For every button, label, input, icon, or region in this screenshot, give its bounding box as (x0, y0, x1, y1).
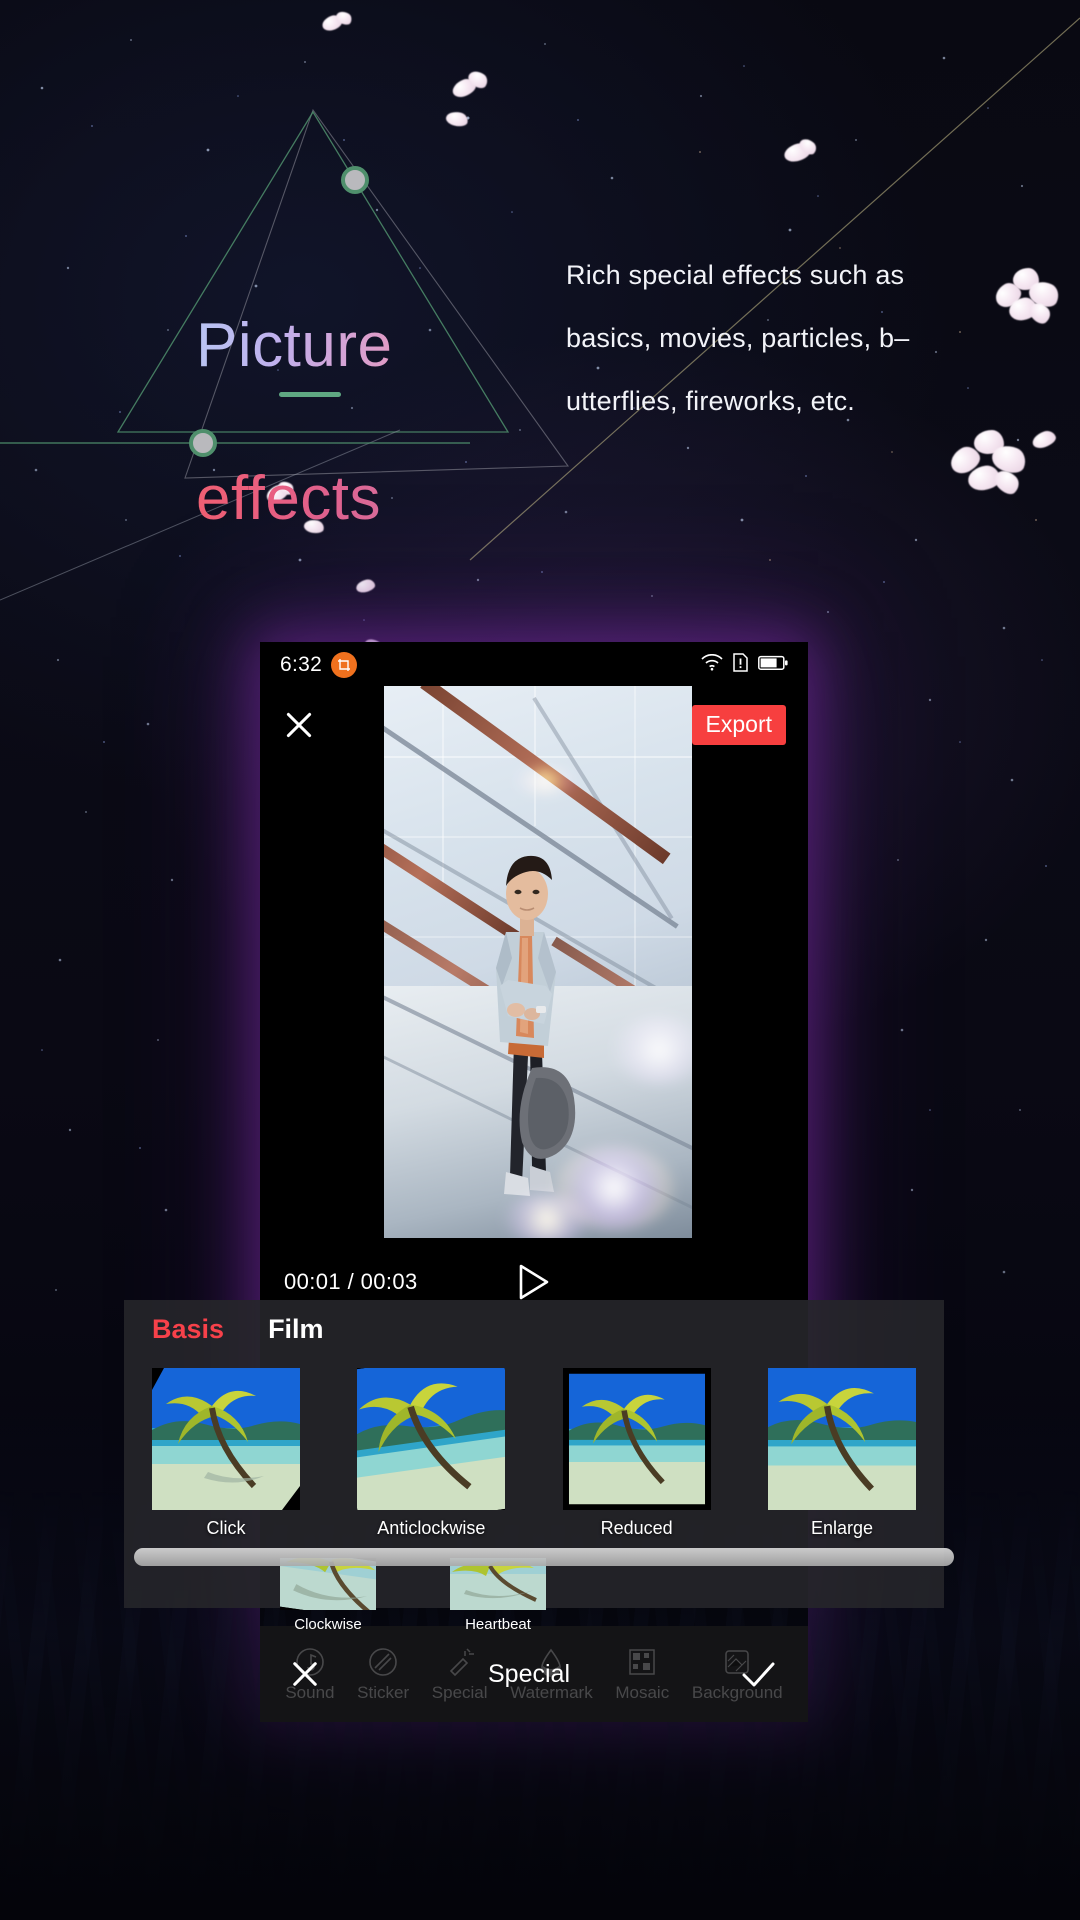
tab-film[interactable]: Film (268, 1314, 324, 1345)
petal-cluster-a (449, 67, 496, 110)
effect-thumbnail (562, 1368, 711, 1510)
effects-tabs: Basis Film (152, 1314, 324, 1345)
effect-item-clockwise[interactable]: Clockwise (280, 1558, 376, 1633)
page-title: Picture effects (196, 232, 392, 612)
effects-secondary-row: Clockwise Heartbeat (280, 1558, 546, 1633)
effect-item-reduced[interactable]: Reduced (557, 1368, 717, 1539)
panel-scrollbar[interactable] (134, 1548, 954, 1566)
status-bar: 6:32 (260, 642, 808, 688)
close-icon[interactable] (282, 708, 316, 742)
page-root: Picture effects Rich special effects suc… (0, 0, 1080, 1920)
tab-basis[interactable]: Basis (152, 1314, 224, 1345)
check-icon[interactable] (738, 1654, 778, 1694)
status-time: 6:32 (280, 653, 323, 676)
effect-label: Click (206, 1518, 246, 1538)
petal-cluster-top-left (320, 8, 362, 46)
page-title-line1: Picture (196, 308, 392, 384)
petal-cluster-d (1030, 428, 1062, 458)
effect-label: Reduced (600, 1518, 673, 1538)
effect-item-enlarge[interactable]: Enlarge (762, 1368, 922, 1539)
toolbar-action-overlay: Special (260, 1626, 808, 1722)
editor-top-bar: Export (260, 694, 808, 756)
wifi-icon (701, 653, 723, 676)
effects-grid: Click Anticlockwise Reduced Enlarge (146, 1368, 922, 1539)
playback-time: 00:01 / 00:03 (284, 1269, 418, 1294)
petal-cluster-c (782, 135, 824, 174)
effect-item-click[interactable]: Click (146, 1368, 306, 1539)
battery-icon (758, 655, 788, 676)
effect-item-heartbeat[interactable]: Heartbeat (450, 1558, 546, 1633)
title-underline-accent (279, 392, 341, 397)
lens-flare (502, 1194, 592, 1238)
effect-item-anticlockwise[interactable]: Anticlockwise (351, 1368, 511, 1539)
play-icon[interactable] (517, 1263, 551, 1301)
cancel-icon[interactable] (290, 1659, 320, 1689)
page-title-line2: effects (196, 461, 392, 537)
petal-flower-right-top (991, 268, 1067, 330)
effect-thumbnail (767, 1368, 916, 1510)
petal-flower-right-bottom (946, 430, 1036, 500)
effect-thumbnail (357, 1368, 506, 1510)
bottom-toolbar: Sound Sticker Special Watermark Mosaic B… (260, 1626, 808, 1722)
effect-label: Clockwise (294, 1616, 362, 1633)
effect-label: Anticlockwise (377, 1518, 486, 1538)
effect-thumbnail (152, 1368, 300, 1510)
sim-alert-icon (733, 653, 748, 677)
status-icons (701, 653, 788, 677)
export-button[interactable]: Export (691, 705, 786, 745)
effect-label: Enlarge (810, 1518, 873, 1538)
page-description: Rich special effects such as basics, mov… (566, 260, 910, 416)
panel-title: Special (488, 1659, 570, 1688)
crop-icon (331, 652, 358, 678)
effect-label: Heartbeat (465, 1616, 531, 1633)
node-dot-top (341, 166, 369, 194)
video-preview[interactable] (384, 686, 692, 1238)
petal-cluster-b (444, 109, 476, 136)
lens-flare (516, 768, 574, 794)
